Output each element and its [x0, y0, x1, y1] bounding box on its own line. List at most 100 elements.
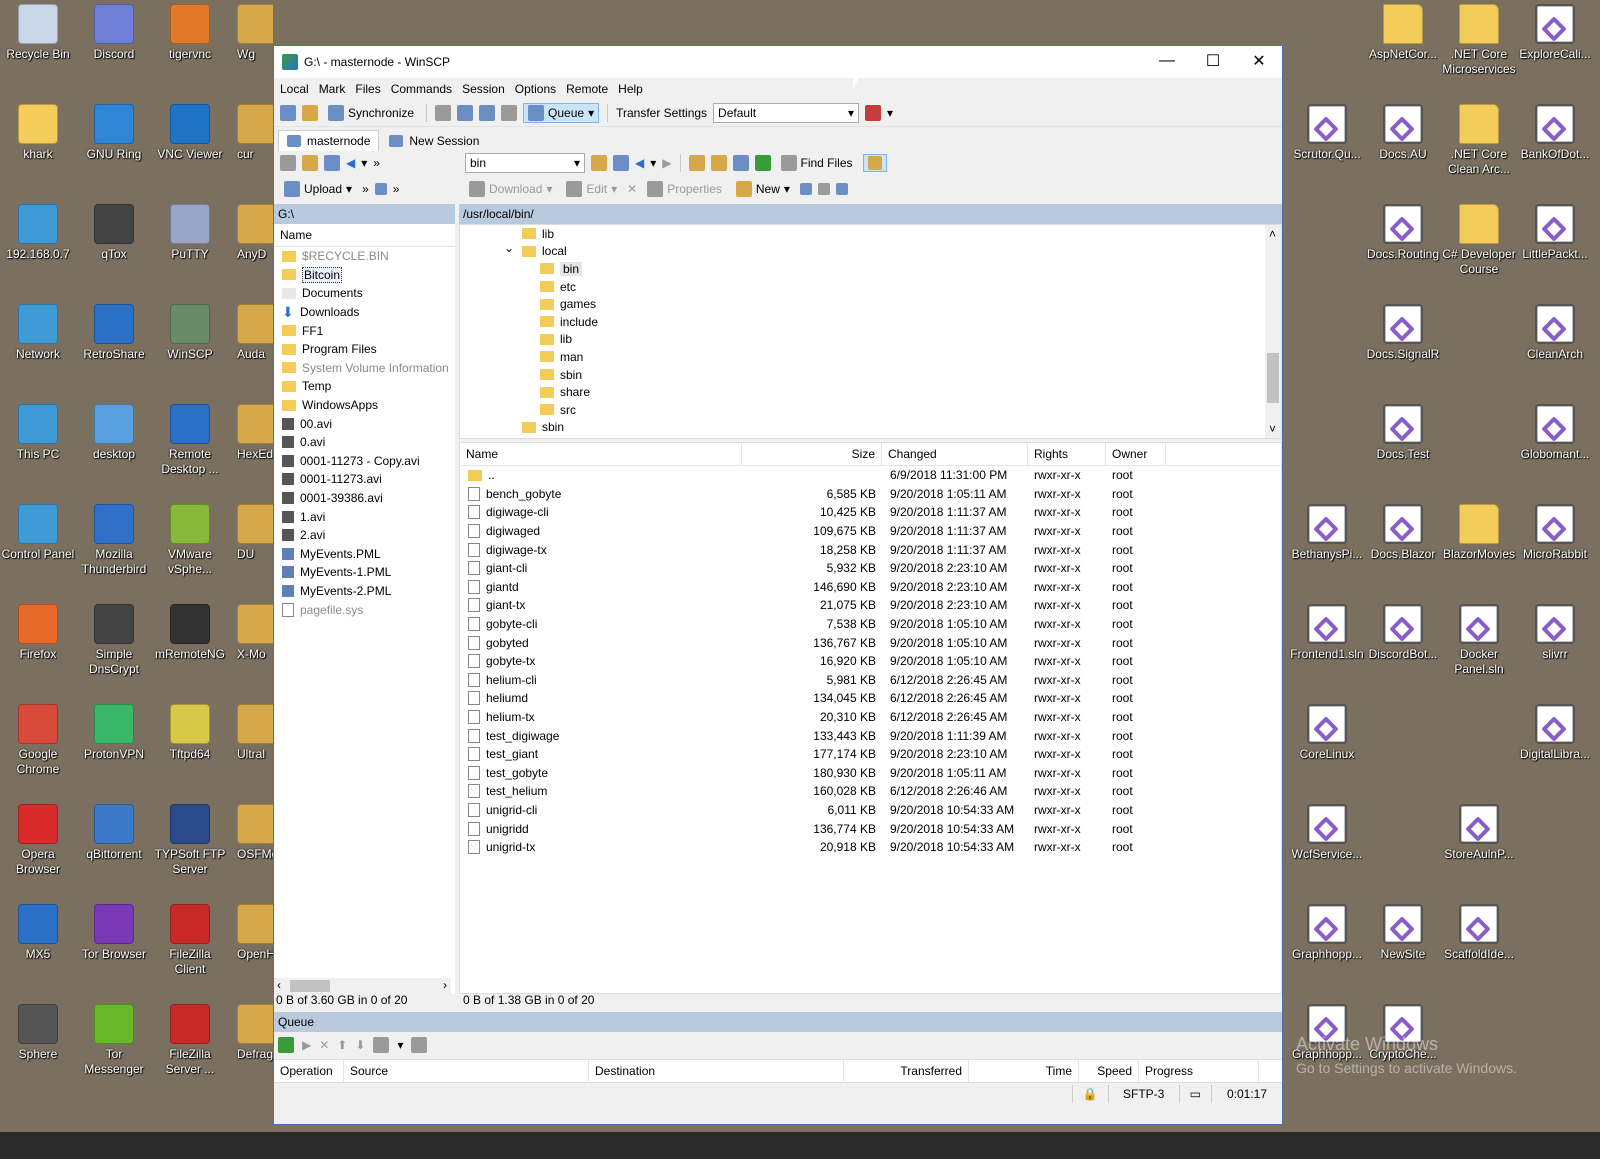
desktop-icon[interactable]: RetroShare	[77, 300, 151, 362]
filter-mask-icon[interactable]	[835, 183, 848, 195]
desktop-icon[interactable]: Docs.Blazor	[1366, 500, 1440, 562]
desktop-icon[interactable]: ExploreCali...	[1518, 0, 1592, 62]
desktop-icon[interactable]: DigitalLibra...	[1518, 700, 1592, 762]
col-owner[interactable]: Owner	[1106, 443, 1166, 465]
upload-button[interactable]: Upload ▾	[280, 180, 356, 198]
col-name[interactable]: Name	[460, 443, 742, 465]
local-list-item[interactable]: Program Files	[274, 340, 455, 359]
desktop-icon[interactable]: PuTTY	[153, 200, 227, 262]
chevron-down-icon[interactable]: ▾	[650, 156, 656, 170]
queue-col-destination[interactable]: Destination	[589, 1060, 844, 1082]
desktop-icon[interactable]: OpenH	[233, 900, 273, 962]
queue-col-operation[interactable]: Operation	[274, 1060, 344, 1082]
tree-item[interactable]: lib	[540, 331, 572, 349]
open-folder-icon[interactable]	[302, 155, 318, 171]
desktop-icon[interactable]: AnyD	[233, 200, 273, 262]
desktop-icon[interactable]: FileZilla Server ...	[153, 1000, 227, 1077]
tree-vscrollbar[interactable]: ˄ ˅	[1265, 225, 1281, 438]
properties-button[interactable]: Properties	[643, 180, 726, 198]
queue-col-progress[interactable]: Progress	[1139, 1060, 1259, 1082]
desktop-icon[interactable]: StoreAulnP...	[1442, 800, 1516, 862]
desktop-icon[interactable]: C# Developer Course	[1442, 200, 1516, 277]
local-list-item[interactable]: 00.avi	[274, 414, 455, 433]
queue-button[interactable]: Queue ▾	[523, 103, 600, 123]
table-row[interactable]: digiwage-cli 10,425 KB 9/20/2018 1:11:37 A…	[460, 503, 1281, 522]
putty-icon[interactable]	[479, 105, 496, 121]
desktop-icon[interactable]: MicroRabbit	[1518, 500, 1592, 562]
move-down-icon[interactable]: ⬇	[355, 1038, 365, 1052]
desktop-icon[interactable]: WinSCP	[153, 300, 227, 362]
local-list-item[interactable]: ⬇ Downloads	[274, 303, 455, 322]
desktop-icon[interactable]: Docker Panel.sln	[1442, 600, 1516, 677]
compare-dirs-icon[interactable]	[280, 105, 296, 121]
desktop-icon[interactable]: Docs.Routing	[1366, 200, 1440, 262]
tab-new-session[interactable]: New Session	[381, 131, 487, 151]
desktop-icon[interactable]: Wg	[233, 0, 273, 62]
parent-dir-icon[interactable]	[688, 155, 705, 171]
local-list-item[interactable]: FF1	[274, 321, 455, 340]
local-list-item[interactable]: System Volume Information	[274, 359, 455, 378]
desktop-icon[interactable]: Opera Browser	[1, 800, 75, 877]
gear-icon[interactable]	[411, 1037, 428, 1053]
local-list-item[interactable]: 0001-11273.avi	[274, 470, 455, 489]
local-list-item[interactable]: 0001-11273 - Copy.avi	[274, 452, 455, 471]
desktop-icon[interactable]: Ultral	[233, 700, 273, 762]
desktop-icon[interactable]: slivrr	[1518, 600, 1592, 662]
table-row[interactable]: gobyte-tx 16,920 KB 9/20/2018 1:05:10 AM rw…	[460, 652, 1281, 671]
desktop-icon[interactable]: qTox	[77, 200, 151, 262]
edit-button[interactable]: Edit ▾	[562, 180, 621, 198]
local-list-item[interactable]: 1.avi	[274, 507, 455, 526]
desktop-icon[interactable]: Docs.AU	[1366, 100, 1440, 162]
local-list-item[interactable]: 0.avi	[274, 433, 455, 452]
desktop-icon[interactable]: Tor Messenger	[77, 1000, 151, 1077]
menu-item-session[interactable]: Session	[462, 82, 505, 96]
desktop-icon[interactable]: Frontend1.sln	[1290, 600, 1364, 662]
maximize-button[interactable]: ☐	[1190, 46, 1236, 76]
desktop-icon[interactable]: Firefox	[1, 600, 75, 662]
desktop-icon[interactable]: Simple DnsCrypt	[77, 600, 151, 677]
disconnect-icon[interactable]	[865, 105, 882, 121]
remote-path-select[interactable]: bin ▾	[465, 153, 585, 173]
table-row[interactable]: giantd 146,690 KB 9/20/2018 2:23:10 AM rwxr…	[460, 578, 1281, 597]
menu-item-remote[interactable]: Remote	[566, 82, 608, 96]
minimize-button[interactable]: —	[1144, 46, 1190, 76]
table-row[interactable]: gobyted 136,767 KB 9/20/2018 1:05:10 AM rwx…	[460, 633, 1281, 652]
table-row[interactable]: unigrid-cli 6,011 KB 9/20/2018 10:54:33 AM…	[460, 801, 1281, 820]
tree-item[interactable]: share	[540, 383, 590, 401]
console-icon[interactable]	[435, 105, 452, 121]
desktop-icon[interactable]: DU	[233, 500, 273, 562]
desktop-icon[interactable]: CleanArch	[1518, 300, 1592, 362]
preferences-gear-icon[interactable]	[501, 105, 518, 121]
local-list-item[interactable]: MyEvents-1.PML	[274, 563, 455, 582]
keep-up-to-date-icon[interactable]	[302, 105, 318, 121]
desktop-icon[interactable]: VMware vSphe...	[153, 500, 227, 577]
queue-go-icon[interactable]	[278, 1037, 294, 1053]
desktop-icon[interactable]: Google Chrome	[1, 700, 75, 777]
local-list-item[interactable]: 0001-39386.avi	[274, 489, 455, 508]
desktop-icon[interactable]: qBittorrent	[77, 800, 151, 862]
tree-item[interactable]: src	[540, 401, 576, 419]
desktop-icon[interactable]: tigervnc	[153, 0, 227, 62]
terminal-icon[interactable]	[457, 105, 474, 121]
chevron-down-icon[interactable]: ⌄	[504, 241, 514, 255]
desktop-icon[interactable]: BankOfDot...	[1518, 100, 1592, 162]
delete-icon[interactable]: ✕	[627, 182, 637, 196]
chevron-down-icon[interactable]: ▾	[887, 106, 893, 120]
tree-item[interactable]: include	[540, 313, 598, 331]
table-row[interactable]: test_helium 160,028 KB 6/12/2018 2:26:46 A…	[460, 782, 1281, 801]
local-list-item[interactable]: MyEvents-2.PML	[274, 582, 455, 601]
col-size[interactable]: Size	[742, 443, 882, 465]
tree-item[interactable]: etc	[540, 278, 576, 296]
table-row[interactable]: .. 6/9/2018 11:31:00 PM rwxr-xr-x root	[460, 466, 1281, 485]
local-list-item[interactable]: pagefile.sys	[274, 600, 455, 619]
table-row[interactable]: giant-cli 5,932 KB 9/20/2018 2:23:10 AM rwx…	[460, 559, 1281, 578]
table-row[interactable]: gobyte-cli 7,538 KB 9/20/2018 1:05:10 AM rw…	[460, 615, 1281, 634]
queue-col-source[interactable]: Source	[344, 1060, 589, 1082]
tab-masternode[interactable]: masternode	[278, 130, 380, 151]
menu-item-options[interactable]: Options	[515, 82, 556, 96]
local-list-item[interactable]: Documents	[274, 284, 455, 303]
desktop-icon[interactable]: TYPSoft FTP Server	[153, 800, 227, 877]
find-files-button[interactable]: Find Files	[777, 154, 857, 172]
download-button[interactable]: Download ▾	[465, 180, 556, 198]
synchronize-button[interactable]: Synchronize	[324, 104, 418, 122]
